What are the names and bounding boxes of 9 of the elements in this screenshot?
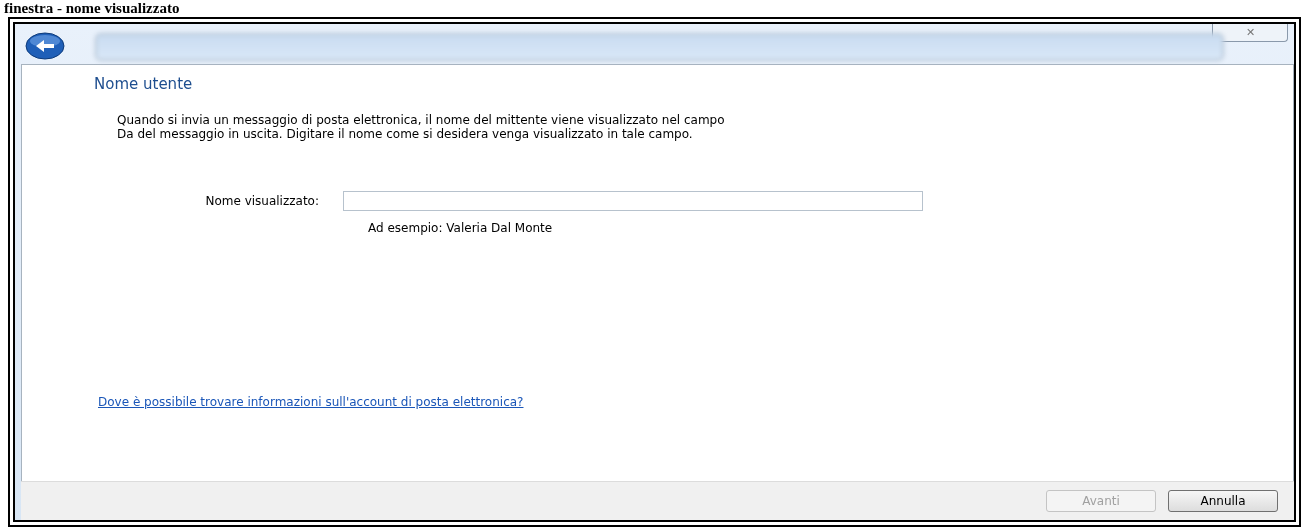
dialog-button[interactable]: Annulla xyxy=(1168,490,1278,512)
field-label: Nome visualizzato: xyxy=(204,194,320,208)
display-name-input[interactable] xyxy=(343,191,923,211)
help-link[interactable]: Dove è possibile trovare informazioni sull'account di posta elettronica? xyxy=(98,395,524,409)
example-text: Ad esempio: Valeria Dal Monte xyxy=(368,221,554,235)
caption-text: finestra - nome visualizzato xyxy=(3,0,180,17)
page-heading: Nome utente xyxy=(94,75,194,93)
close-button[interactable]: ✕ xyxy=(1212,24,1288,42)
description-text: Quando si invia un messaggio di posta elettronica, il nome del mittente viene visualizzato nel campo Da del messaggio in uscita. Digitare il nome come si desidera venga visualizzato in tale campo. xyxy=(117,113,726,141)
